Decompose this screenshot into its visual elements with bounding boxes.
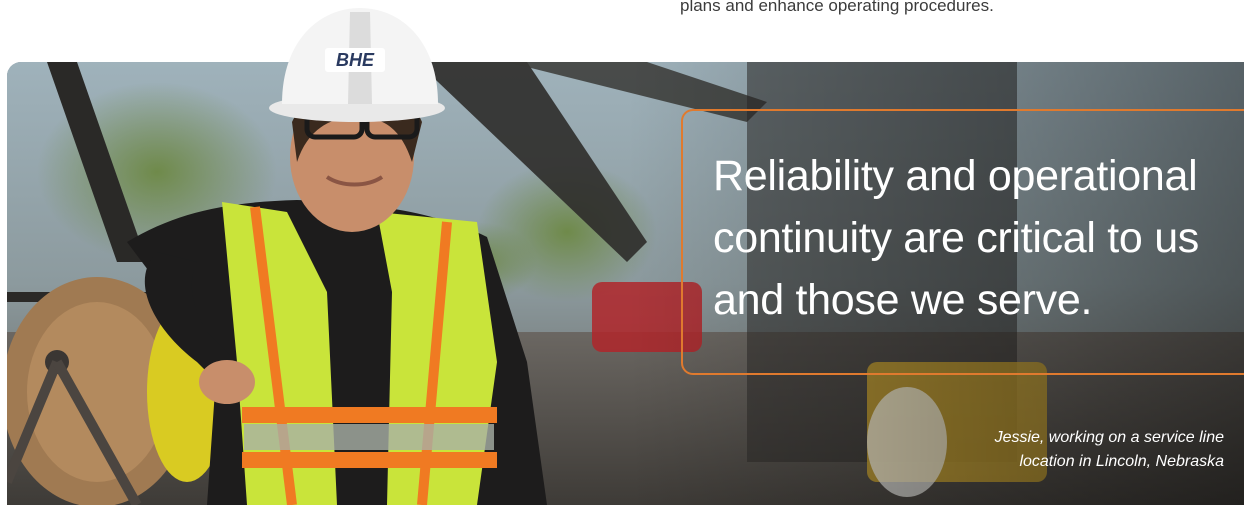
photo-caption: Jessie, working on a service line locati… (884, 426, 1224, 474)
caption-line-2: location in Lincoln, Nebraska (1019, 453, 1224, 470)
pull-quote: Reliability and operational continuity a… (713, 152, 1200, 324)
caption-line-1: Jessie, working on a service line (994, 429, 1224, 446)
intro-trailing-text: plans and enhance operating procedures. (680, 0, 994, 15)
